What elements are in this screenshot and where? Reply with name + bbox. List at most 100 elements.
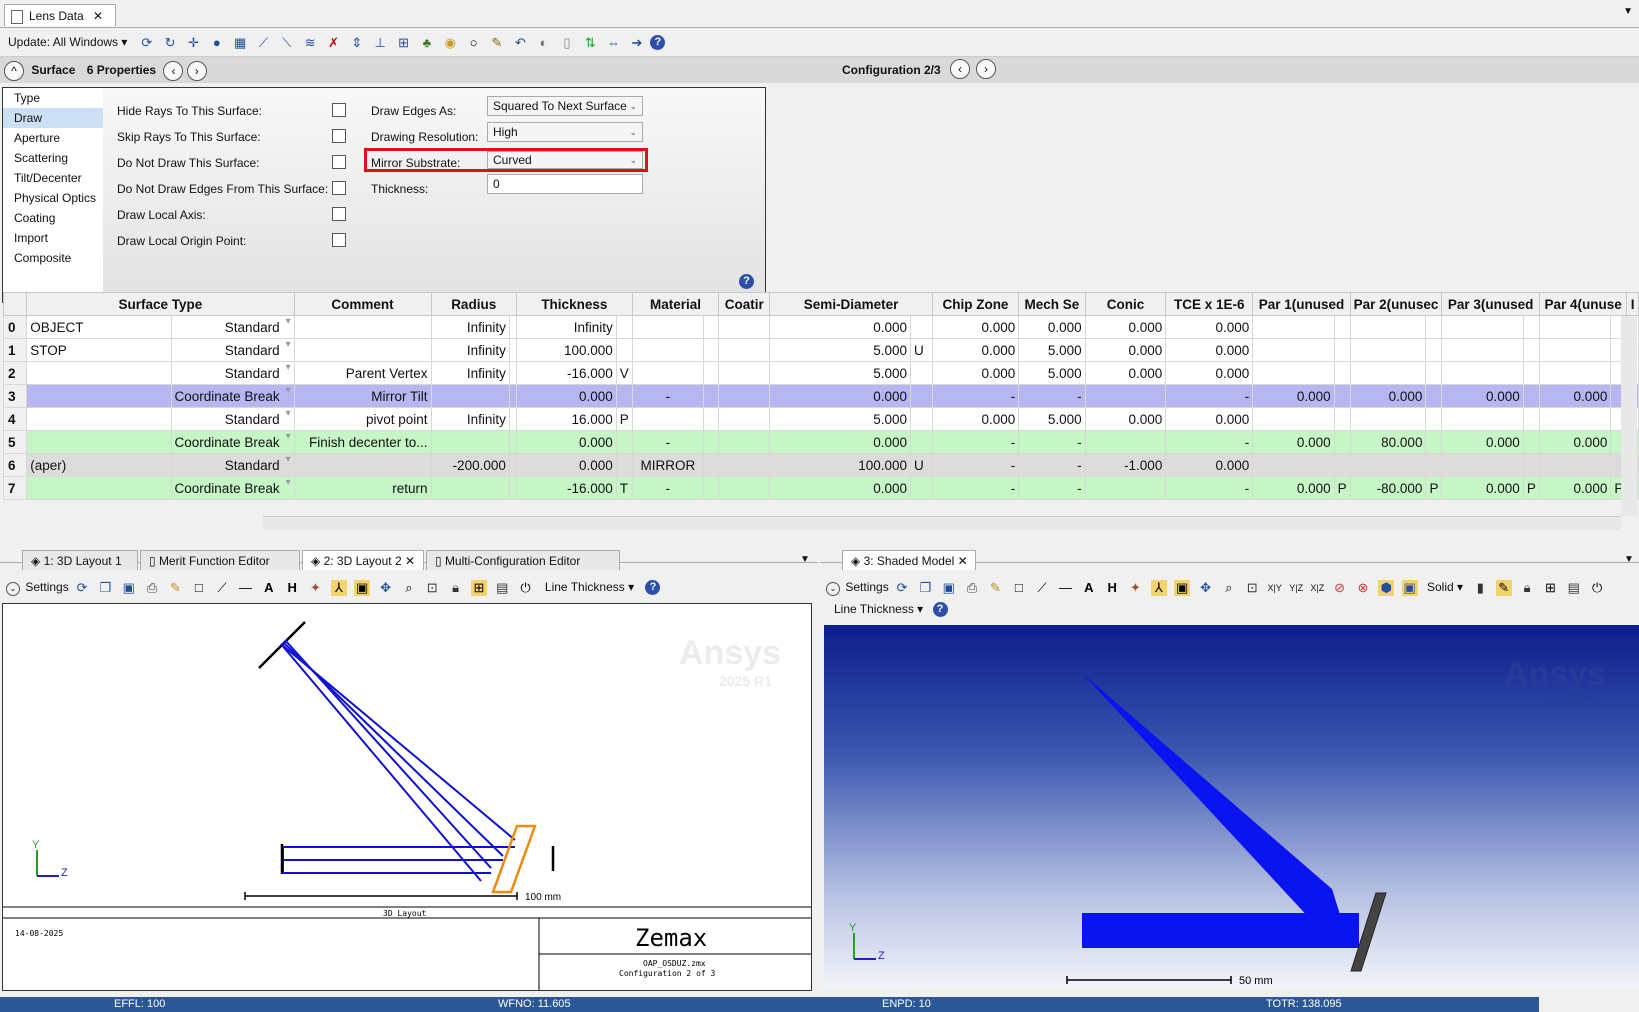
par3-cell[interactable]	[1441, 407, 1524, 431]
par4-cell[interactable]: 0.000	[1538, 430, 1612, 454]
category-item[interactable]: Tilt/Decenter	[3, 168, 103, 188]
shade-icon[interactable]: ▣	[1401, 579, 1418, 596]
par1-cell[interactable]	[1252, 407, 1335, 431]
chip-zone-cell[interactable]: -	[931, 453, 1020, 477]
row-number[interactable]: 4	[2, 407, 28, 431]
thickness-cell[interactable]: -16.000	[515, 361, 617, 385]
thickness-solve[interactable]	[615, 384, 633, 408]
crosshair-icon[interactable]: ✛	[185, 35, 201, 51]
header-mech-semi[interactable]: Mech Se	[1018, 292, 1086, 316]
line-thickness-dropdown[interactable]: Line Thickness ▾	[545, 580, 634, 594]
conic-cell[interactable]: -1.000	[1084, 453, 1167, 477]
category-item[interactable]: Coating	[3, 208, 103, 228]
help-icon[interactable]: ?	[739, 274, 754, 289]
material-cell[interactable]	[631, 338, 704, 362]
conic-cell[interactable]	[1084, 430, 1167, 454]
par1-solve[interactable]	[1333, 361, 1351, 385]
par1-cell[interactable]	[1252, 315, 1335, 339]
par4-cell[interactable]	[1538, 407, 1612, 431]
hide-rays-checkbox[interactable]	[332, 103, 346, 117]
lock-icon[interactable]: 🔒︎	[1519, 580, 1535, 596]
par1-cell[interactable]: 0.000	[1252, 430, 1335, 454]
material-cell[interactable]: MIRROR	[631, 453, 704, 477]
fit-icon[interactable]: ⊡	[424, 580, 440, 596]
tab-3d-layout-2[interactable]: ◈ 2: 3D Layout 2 ✕	[302, 550, 424, 570]
header-par4[interactable]: Par 4(unuse	[1538, 292, 1628, 316]
grid-toggle-icon[interactable]: ⊞	[470, 579, 487, 596]
semi-diameter-cell[interactable]: 0.000	[769, 430, 911, 454]
thickness-cell[interactable]: 0.000	[515, 384, 617, 408]
next-config-button[interactable]: ›	[976, 59, 996, 79]
delete-layers-icon[interactable]: ✗	[326, 35, 342, 51]
category-item[interactable]: Composite	[3, 248, 103, 268]
thickness-cell[interactable]: 0.000	[515, 453, 617, 477]
radius-solve[interactable]	[508, 315, 517, 339]
thickness-solve[interactable]: T	[615, 476, 633, 500]
chip-zone-cell[interactable]: 0.000	[931, 407, 1020, 431]
semi-diameter-cell[interactable]: 100.000	[769, 453, 911, 477]
par1-solve[interactable]	[1333, 315, 1351, 339]
surface-type[interactable]: Standard ▾	[170, 315, 295, 339]
surface-name[interactable]	[26, 476, 172, 500]
par1-cell[interactable]	[1252, 361, 1335, 385]
mech-semi-cell[interactable]: -	[1018, 384, 1086, 408]
header-par5[interactable]: I	[1626, 292, 1639, 316]
par2-cell[interactable]: 80.000	[1349, 430, 1427, 454]
table-row[interactable]: 1 STOP Standard ▾ Infinity 100.000 5.000 U 0.000…	[2, 338, 1639, 362]
header-material[interactable]: Material	[631, 292, 720, 316]
view-xy-button[interactable]: X|Y	[1268, 583, 1282, 593]
radius-solve[interactable]	[508, 338, 517, 362]
axis-icon[interactable]: ⊥	[372, 35, 388, 51]
comment-cell[interactable]: Parent Vertex	[293, 361, 432, 385]
globe-icon[interactable]: ●	[209, 35, 225, 51]
rectangle-icon[interactable]: □	[1011, 580, 1027, 596]
conic-cell[interactable]: 0.000	[1084, 407, 1167, 431]
header-conic[interactable]: Conic	[1084, 292, 1167, 316]
semi-diameter-solve[interactable]	[910, 361, 933, 385]
tce-cell[interactable]: 0.000	[1165, 407, 1254, 431]
par4-cell[interactable]: 0.000	[1538, 476, 1612, 500]
map-icon[interactable]: ♣	[419, 35, 435, 51]
par1-solve[interactable]	[1333, 384, 1351, 408]
refresh-all-icon[interactable]: ↻	[162, 35, 178, 51]
toggle-icon[interactable]: ◐	[536, 35, 552, 51]
zoom-window-icon[interactable]: ▣	[354, 579, 371, 596]
semi-diameter-solve[interactable]	[910, 430, 933, 454]
table-row[interactable]: 7 Coordinate Break ▾ return -16.000 T - 0.000 - -…	[2, 476, 1639, 500]
circle-icon[interactable]: ○	[466, 35, 482, 51]
tce-cell[interactable]: -	[1165, 384, 1254, 408]
par1-solve[interactable]	[1333, 430, 1351, 454]
par3-cell[interactable]	[1441, 315, 1524, 339]
coating-cell[interactable]	[718, 430, 771, 454]
dimension-icon[interactable]: H	[284, 580, 300, 596]
par2-solve[interactable]: P	[1425, 476, 1443, 500]
tab-multi-configuration-editor[interactable]: ▯ Multi-Configuration Editor	[426, 550, 620, 570]
surface-type[interactable]: Standard ▾	[170, 453, 295, 477]
mech-semi-cell[interactable]: 5.000	[1018, 407, 1086, 431]
tab-3d-layout-1[interactable]: ◈ 1: 3D Layout 1	[22, 550, 138, 570]
radius-solve[interactable]	[508, 384, 517, 408]
material-solve[interactable]	[702, 430, 720, 454]
comment-cell[interactable]: Mirror Tilt	[293, 384, 432, 408]
header-par3[interactable]: Par 3(unused	[1441, 292, 1540, 316]
header-par1[interactable]: Par 1(unused	[1252, 292, 1351, 316]
surface-name[interactable]: (aper)	[26, 453, 172, 477]
text-icon[interactable]: A	[261, 580, 277, 596]
mech-semi-cell[interactable]: -	[1018, 453, 1086, 477]
grid-vertical-scrollbar[interactable]	[1621, 316, 1637, 516]
surface-name[interactable]	[26, 361, 172, 385]
semi-diameter-solve[interactable]	[910, 315, 933, 339]
close-icon[interactable]: ✕	[93, 9, 103, 23]
zoom-icon[interactable]: ⌕	[1221, 580, 1237, 596]
surface-type[interactable]: Coordinate Break ▾	[170, 384, 295, 408]
category-item[interactable]: Aperture	[3, 128, 103, 148]
thickness-cell[interactable]: 0.000	[515, 430, 617, 454]
panel-menu-icon[interactable]: ▼	[1624, 554, 1634, 565]
par2-solve[interactable]	[1425, 407, 1443, 431]
header-radius[interactable]: Radius	[430, 292, 517, 316]
material-cell[interactable]	[631, 407, 704, 431]
thickness-solve[interactable]	[615, 453, 633, 477]
par4-cell[interactable]	[1538, 315, 1612, 339]
panel-menu-icon[interactable]: ▼	[800, 554, 810, 565]
pencil-icon[interactable]: ✎	[987, 580, 1003, 596]
